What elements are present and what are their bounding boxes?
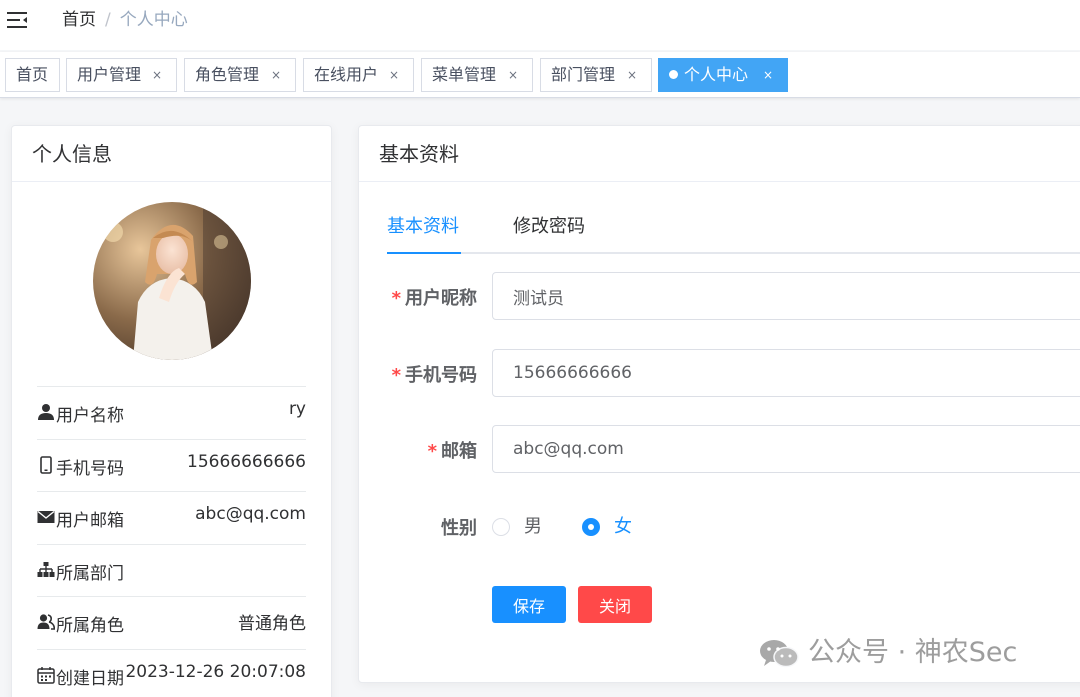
close-icon[interactable]: × [152,59,162,91]
info-label: 用户邮箱 [56,511,124,531]
close-icon[interactable]: × [763,59,773,91]
close-icon[interactable]: × [271,59,281,91]
tag-label: 个人中心 [684,65,749,84]
info-label: 手机号码 [56,458,124,479]
radio-circle-checked [582,518,600,536]
tab-active-indicator [387,252,461,254]
profile-card-title: 个人信息 [12,126,331,182]
info-row-email: 用户邮箱 abc@qq.com [37,491,306,544]
tab-change-password[interactable]: 修改密码 [513,214,585,240]
mail-icon [37,510,55,523]
tag-menu-management[interactable]: 菜单管理 × [421,58,533,92]
radio-label: 女 [614,516,632,537]
wechat-icon [760,640,799,668]
info-row-username: 用户名称 ry [37,386,306,439]
tab-basic-info[interactable]: 基本资料 [387,214,459,240]
active-dot-icon [669,70,678,79]
info-value: ry [288,399,306,419]
form-actions: 保存 关闭 [359,586,1080,636]
profile-info-list: 用户名称 ry 手机号码 15666666666 用户邮箱 abc@qq.com [37,386,306,697]
close-button[interactable]: 关闭 [578,586,652,623]
info-label: 所属部门 [56,563,124,584]
info-value: 15666666666 [187,451,306,472]
email-label: * 邮箱 [428,437,477,463]
breadcrumb-current: 个人中心 [119,10,188,30]
info-row-created: 创建日期 2023-12-26 20:07:08 [37,648,306,697]
avatar[interactable] [93,202,251,360]
info-label: 用户名称 [56,406,124,426]
close-icon[interactable]: × [508,59,518,91]
tag-role-management[interactable]: 角色管理 × [184,58,296,92]
info-label: 创建日期 [56,668,124,689]
close-icon[interactable]: × [389,59,399,91]
navbar: 首页 / 个人中心 [0,0,1080,50]
phone-label-text: 手机号码 [405,365,477,386]
watermark-text: 公众号 · 神农Sec [808,637,1018,668]
nickname-label: * 用户昵称 [392,284,477,310]
info-row-phone: 手机号码 15666666666 [37,438,306,492]
profile-card: 个人信息 用户名称 ry 手机号码 15666666666 用户邮箱 abc@q… [11,125,332,697]
user-icon [38,404,54,420]
tag-dept-management[interactable]: 部门管理 × [540,58,652,92]
breadcrumb-home[interactable]: 首页 [62,10,96,30]
tag-profile-active[interactable]: 个人中心 × [658,58,788,92]
date-icon [37,666,55,684]
tag-user-management[interactable]: 用户管理 × [66,58,177,92]
avatar-image [93,202,251,360]
required-mark: * [391,288,401,309]
peoples-icon [37,614,55,630]
tag-label: 部门管理 [551,65,616,84]
tag-label: 菜单管理 [432,65,497,84]
form-row-sex: 性别 男 女 [359,502,1080,552]
nickname-input[interactable] [492,272,1080,320]
tabs: 基本资料 修改密码 [387,206,1080,254]
tag-label: 在线用户 [314,65,379,84]
phone-icon [40,455,52,474]
info-row-dept: 所属部门 [37,543,306,597]
form-row-email: * 邮箱 [359,425,1080,475]
radio-circle [492,518,510,536]
info-value: abc@qq.com [195,504,306,524]
phone-label: * 手机号码 [392,361,477,387]
form-row-phone: * 手机号码 [359,349,1080,399]
tag-label: 角色管理 [195,65,260,84]
radio-label: 男 [524,516,542,537]
required-mark: * [427,441,437,462]
info-value: 普通角色 [238,614,306,634]
form-row-nickname: * 用户昵称 [359,272,1080,322]
breadcrumb-separator: / [105,10,111,30]
breadcrumb: 首页 / 个人中心 [62,8,188,32]
tags-view: 首页 用户管理 × 角色管理 × 在线用户 × 菜单管理 × 部门管理 × 个人… [0,52,1080,98]
tree-icon [37,561,55,577]
basic-info-card: 基本资料 基本资料 修改密码 *用户昵称 *手机号码 *邮箱 性别 男 女 保存… [358,125,1080,683]
close-icon[interactable]: × [627,59,637,91]
sex-label: 性别 [441,518,477,539]
info-row-role: 所属角色 普通角色 [37,596,306,649]
save-button[interactable]: 保存 [492,586,566,623]
info-value: 2023-12-26 20:07:08 [125,661,306,682]
basic-info-card-title: 基本资料 [359,126,1080,182]
info-label: 所属角色 [56,616,124,636]
phone-input[interactable] [492,349,1080,397]
tag-home[interactable]: 首页 [5,58,60,92]
tag-online-users[interactable]: 在线用户 × [303,58,414,92]
nickname-label-text: 用户昵称 [405,288,477,309]
email-label-text: 邮箱 [441,441,477,462]
tag-label: 用户管理 [77,65,142,84]
required-mark: * [391,365,401,386]
hamburger-icon[interactable] [6,9,30,31]
tag-label: 首页 [16,65,49,84]
email-input[interactable] [492,425,1080,473]
